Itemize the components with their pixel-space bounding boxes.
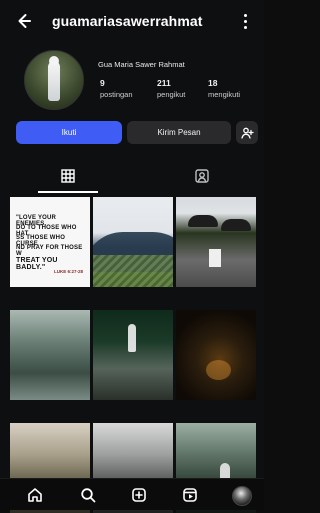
stat-followers-label: pengikut: [157, 90, 186, 99]
stat-posts-value: 9: [100, 78, 105, 88]
profile-avatar[interactable]: [24, 50, 84, 110]
nav-add-post-icon[interactable]: [130, 486, 148, 504]
sign-board: [209, 249, 221, 267]
more-options-dot-icon: [243, 25, 247, 29]
posts-grid: "LOVE YOUR ENEMIES, DO TO THOSE WHO HAT …: [10, 197, 256, 513]
follow-button[interactable]: Ikuti: [16, 121, 122, 144]
post-night-light[interactable]: [176, 310, 256, 400]
stat-posts-label: postingan: [100, 90, 133, 99]
nav-reels-icon[interactable]: [181, 486, 199, 504]
profile-username: guamariasawerrahmat: [52, 13, 203, 29]
display-name: Gua Maria Sawer Rahmat: [98, 60, 185, 69]
light-glow: [206, 360, 231, 380]
quote-citation: LUKE 6:27-28: [54, 269, 84, 274]
stat-followers[interactable]: 211 pengikut: [157, 78, 185, 99]
post-quote[interactable]: "LOVE YOUR ENEMIES, DO TO THOSE WHO HAT …: [10, 197, 90, 287]
nav-profile-avatar[interactable]: [232, 486, 252, 506]
statue-icon: [128, 324, 136, 352]
nav-search-icon[interactable]: [79, 486, 97, 504]
shelter-roof-icon: [221, 219, 251, 231]
stat-followers-value: 211: [157, 78, 171, 88]
instagram-profile-screen: guamariasawerrahmat Gua Maria Sawer Rahm…: [0, 0, 264, 513]
profile-tabs: [0, 158, 264, 194]
message-button-label: Kirim Pesan: [157, 128, 201, 137]
more-options-dot-icon: [243, 19, 247, 23]
stat-following[interactable]: 18 mengikuti: [208, 78, 240, 99]
grid-icon: [61, 169, 75, 183]
tagged-icon: [195, 169, 209, 183]
follow-button-label: Ikuti: [61, 128, 77, 137]
statue-icon: [48, 61, 60, 101]
top-app-bar: guamariasawerrahmat: [0, 0, 264, 42]
add-user-button[interactable]: [236, 121, 258, 144]
post-grotto-statue[interactable]: [93, 310, 173, 400]
post-grotto-umbrellas[interactable]: [176, 197, 256, 287]
field-shape: [93, 255, 173, 287]
more-options-dot-icon: [243, 13, 247, 17]
message-button[interactable]: Kirim Pesan: [127, 121, 231, 144]
stat-following-label: mengikuti: [208, 90, 241, 99]
tab-tagged[interactable]: [182, 158, 222, 194]
add-user-icon: [241, 127, 254, 139]
quote-graphic: "LOVE YOUR ENEMIES, DO TO THOSE WHO HAT …: [10, 197, 90, 287]
bottom-navigation: [0, 478, 264, 510]
quote-line-4: ND PRAY FOR THOSE W: [16, 245, 83, 257]
stat-posts[interactable]: 9 postingan: [100, 78, 133, 99]
more-options-icon[interactable]: [240, 12, 250, 30]
back-arrow-icon[interactable]: [14, 12, 32, 30]
stat-following-value: 18: [208, 78, 218, 88]
post-garden[interactable]: [10, 310, 90, 400]
tab-grid[interactable]: [38, 158, 98, 194]
active-tab-underline: [38, 191, 98, 193]
shelter-roof-icon: [188, 215, 218, 227]
nav-home-icon[interactable]: [26, 486, 44, 504]
post-landscape[interactable]: [93, 197, 173, 287]
